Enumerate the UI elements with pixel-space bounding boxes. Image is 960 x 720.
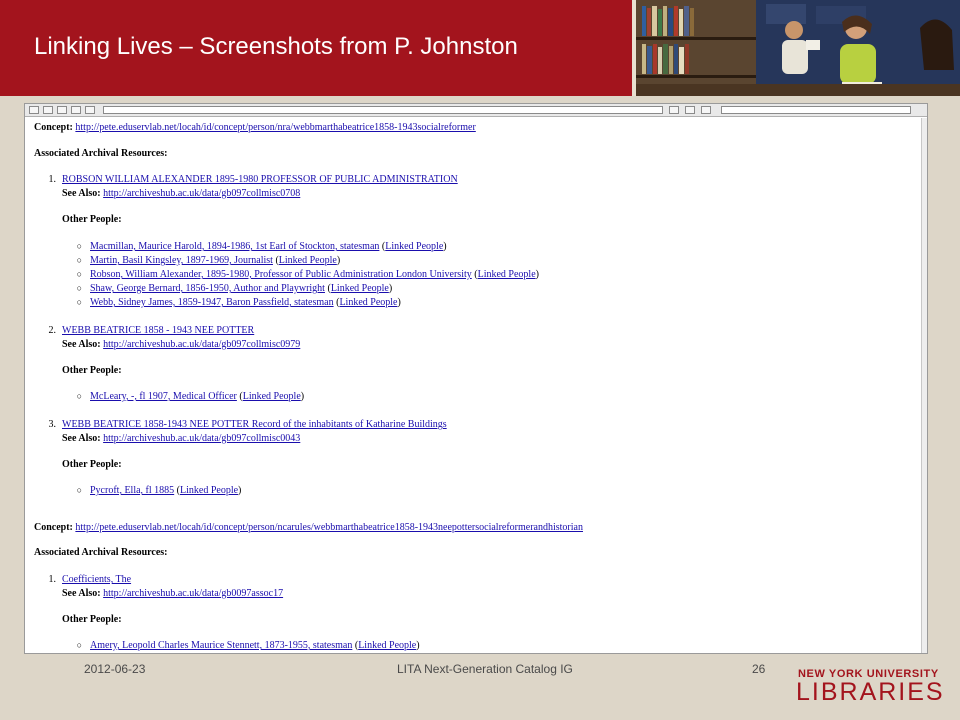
slide-title: Linking Lives – Screenshots from P. John… <box>34 33 518 60</box>
bullet-icon: ○ <box>76 269 82 279</box>
see-also-row: See Also: http://archiveshub.ac.uk/data/… <box>62 187 300 201</box>
linked-people-link[interactable]: Linked People <box>279 255 337 266</box>
other-people-heading: Other People: <box>62 614 122 625</box>
see-also-label: See Also: <box>62 188 101 199</box>
see-also-row: See Also: http://archiveshub.ac.uk/data/… <box>62 432 300 446</box>
linked-people-link[interactable]: Linked People <box>478 269 536 280</box>
bullet-icon: ○ <box>76 485 82 495</box>
other-people-heading: Other People: <box>62 214 122 225</box>
linked-people-link[interactable]: Linked People <box>339 297 397 308</box>
bullet-icon: ○ <box>76 640 82 650</box>
bullet-icon: ○ <box>76 297 82 307</box>
linked-people-link[interactable]: Linked People <box>331 283 389 294</box>
person-item: ○ Macmillan, Maurice Harold, 1894-1986, 1… <box>34 239 447 254</box>
nyu-logo-line2: LIBRARIES <box>796 678 945 706</box>
vertical-scrollbar[interactable] <box>921 118 927 653</box>
associated-heading: Associated Archival Resources: <box>34 547 168 558</box>
footer-date: 2012-06-23 <box>84 662 146 676</box>
person-link[interactable]: Shaw, George Bernard, 1856-1950, Author … <box>90 283 325 294</box>
other-people-heading: Other People: <box>62 459 122 470</box>
reload-icon[interactable] <box>57 106 67 114</box>
browser-screenshot: Concept: http://pete.eduservlab.net/loca… <box>24 103 928 654</box>
home-icon[interactable] <box>85 106 95 114</box>
library-photo <box>636 0 960 96</box>
linked-people-link[interactable]: Linked People <box>243 391 301 402</box>
see-also-link[interactable]: http://archiveshub.ac.uk/data/gb097collm… <box>103 188 300 199</box>
resource-number: 1. <box>48 174 57 185</box>
resource-item: 3. WEBB BEATRICE 1858-1943 NEE POTTER Rec… <box>34 418 447 432</box>
person-link[interactable]: Macmillan, Maurice Harold, 1894-1986, 1s… <box>90 241 379 252</box>
linked-people-link[interactable]: Linked People <box>358 640 416 651</box>
browser-toolbar <box>25 104 927 117</box>
see-also-link[interactable]: http://archiveshub.ac.uk/data/gb097collm… <box>103 433 300 444</box>
see-also-label: See Also: <box>62 339 101 350</box>
person-link[interactable]: Pycroft, Ella, fl 1885 <box>90 485 174 496</box>
resource-item: 1. Coefficients, The <box>34 573 132 587</box>
resource-link[interactable]: WEBB BEATRICE 1858-1943 NEE POTTER Recor… <box>62 419 447 430</box>
see-also-link[interactable]: http://archiveshub.ac.uk/data/gb097collm… <box>103 339 300 350</box>
search-field[interactable] <box>721 106 911 114</box>
resource-link[interactable]: WEBB BEATRICE 1858 - 1943 NEE POTTER <box>62 325 254 336</box>
person-item: ○ Pycroft, Ella, fl 1885 (Linked People) <box>34 483 242 498</box>
bullet-icon: ○ <box>76 283 82 293</box>
bullet-icon: ○ <box>76 255 82 265</box>
concept-row: Concept: http://pete.eduservlab.net/loca… <box>34 121 476 135</box>
see-also-label: See Also: <box>62 433 101 444</box>
person-item: ○ Robson, William Alexander, 1895-1980, P… <box>34 267 539 282</box>
forward-icon[interactable] <box>43 106 53 114</box>
go-icon[interactable] <box>669 106 679 114</box>
concept-link[interactable]: http://pete.eduservlab.net/locah/id/conc… <box>75 522 583 533</box>
other-people-heading: Other People: <box>62 365 122 376</box>
concept-row: Concept: http://pete.eduservlab.net/loca… <box>34 521 583 535</box>
linked-people-link[interactable]: Linked People <box>385 241 443 252</box>
resource-link[interactable]: ROBSON WILLIAM ALEXANDER 1895-1980 PROFE… <box>62 174 458 185</box>
resource-number: 1. <box>48 574 57 585</box>
person-item: ○ Webb, Sidney James, 1859-1947, Baron Pa… <box>34 295 401 310</box>
person-item: ○ Martin, Basil Kingsley, 1897-1969, Jour… <box>34 253 341 268</box>
footer-title: LITA Next-Generation Catalog IG <box>397 662 573 676</box>
person-item: ○ Amery, Leopold Charles Maurice Stennett… <box>34 638 420 653</box>
star-icon[interactable] <box>701 106 711 114</box>
see-also-label: See Also: <box>62 588 101 599</box>
person-link[interactable]: Amery, Leopold Charles Maurice Stennett,… <box>90 640 352 651</box>
resource-link[interactable]: Coefficients, The <box>62 574 131 585</box>
resource-number: 2. <box>48 325 57 336</box>
resource-item: 1. ROBSON WILLIAM ALEXANDER 1895-1980 PRO… <box>34 173 458 187</box>
back-icon[interactable] <box>29 106 39 114</box>
address-bar[interactable] <box>103 106 663 114</box>
associated-heading: Associated Archival Resources: <box>34 148 168 159</box>
person-link[interactable]: Martin, Basil Kingsley, 1897-1969, Journ… <box>90 255 273 266</box>
see-also-row: See Also: http://archiveshub.ac.uk/data/… <box>62 338 300 352</box>
footer-page-number: 26 <box>752 662 766 676</box>
concept-label: Concept: <box>34 122 73 133</box>
see-also-row: See Also: http://archiveshub.ac.uk/data/… <box>62 587 283 601</box>
linked-people-link[interactable]: Linked People <box>180 485 238 496</box>
see-also-link[interactable]: http://archiveshub.ac.uk/data/gb0097asso… <box>103 588 283 599</box>
person-link[interactable]: McLeary, -, fl 1907, Medical Officer <box>90 391 237 402</box>
concept-link[interactable]: http://pete.eduservlab.net/locah/id/conc… <box>75 122 475 133</box>
concept-label: Concept: <box>34 522 73 533</box>
header-underline <box>0 96 960 102</box>
resource-number: 3. <box>48 419 57 430</box>
stop-icon[interactable] <box>71 106 81 114</box>
bullet-icon: ○ <box>76 241 82 251</box>
bullet-icon: ○ <box>76 391 82 401</box>
person-link[interactable]: Webb, Sidney James, 1859-1947, Baron Pas… <box>90 297 334 308</box>
person-link[interactable]: Robson, William Alexander, 1895-1980, Pr… <box>90 269 472 280</box>
bookmark-icon[interactable] <box>685 106 695 114</box>
person-item: ○ McLeary, -, fl 1907, Medical Officer (L… <box>34 389 305 404</box>
person-item: ○ Shaw, George Bernard, 1856-1950, Author… <box>34 281 393 296</box>
resource-item: 2. WEBB BEATRICE 1858 - 1943 NEE POTTER <box>34 324 255 338</box>
